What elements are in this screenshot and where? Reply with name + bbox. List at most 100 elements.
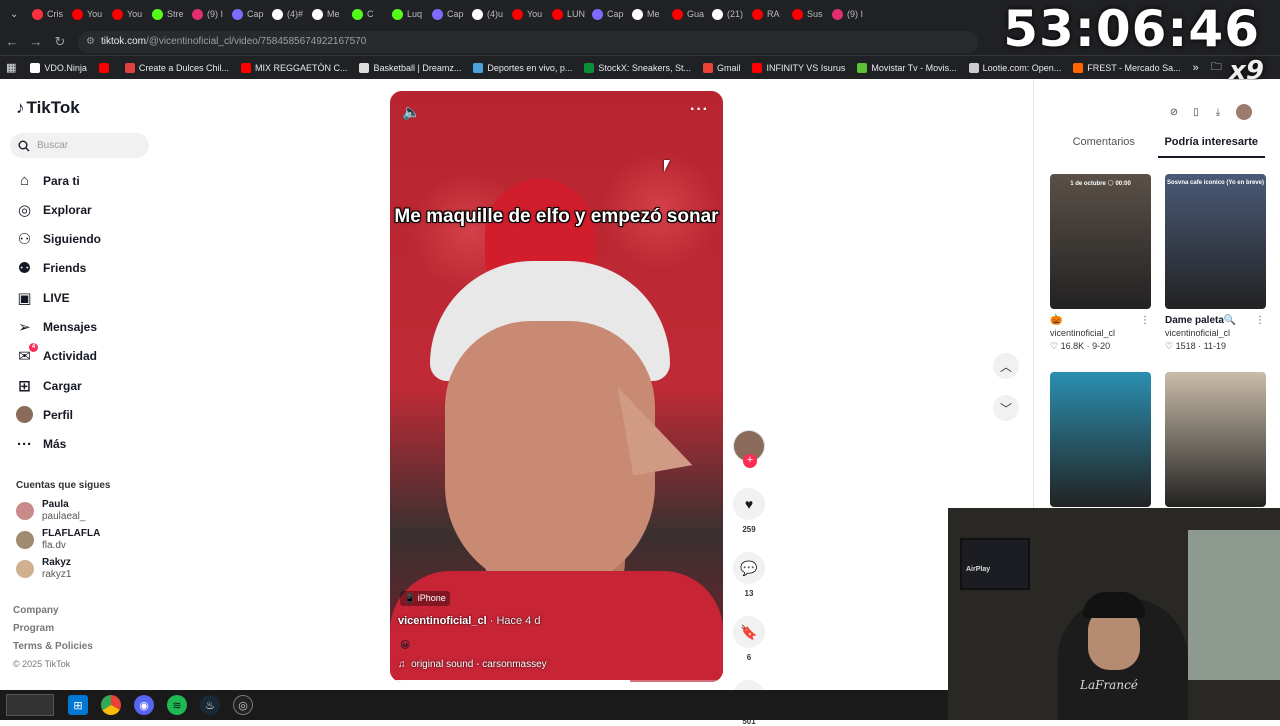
bookmark-item[interactable]: Lootie.com: Open... <box>968 62 1061 73</box>
video-more-icon[interactable]: ··· <box>690 101 709 119</box>
windows-start-icon[interactable]: ⊞ <box>68 695 88 715</box>
bookmark-item[interactable] <box>98 62 113 73</box>
profile-avatar[interactable] <box>1236 104 1252 120</box>
next-video-chevron-down-icon[interactable]: ﹀ <box>993 395 1019 421</box>
recommended-video-title[interactable]: 🎃 <box>1050 314 1140 327</box>
recommended-video-thumbnail[interactable] <box>1050 372 1151 507</box>
bookmark-item[interactable]: VDO.Ninja <box>30 62 87 73</box>
video-author-name[interactable]: vicentinoficial_cl <box>398 615 487 627</box>
comment-icon[interactable]: 💬 <box>733 552 765 584</box>
browser-tab[interactable]: (9) I <box>186 0 226 28</box>
browser-tab[interactable]: LUN <box>546 0 586 28</box>
more-options-icon[interactable]: ⋮ <box>1140 314 1150 327</box>
bookmark-item[interactable]: StockX: Sneakers, St... <box>584 62 691 73</box>
recommended-video-author[interactable]: vicentinoficial_cl <box>1165 327 1255 340</box>
volume-icon[interactable]: 🔈 <box>402 103 421 121</box>
followed-account[interactable]: Paula paulaeal_ <box>16 499 85 523</box>
browser-tab[interactable]: (21) <box>706 0 746 28</box>
discord-icon[interactable]: ◉ <box>134 695 154 715</box>
footer-link[interactable]: Terms & Policies <box>13 641 93 652</box>
back-icon[interactable]: ← <box>0 34 24 49</box>
browser-tab[interactable]: Me <box>306 0 346 28</box>
chrome-icon[interactable] <box>101 695 121 715</box>
nav-item-perfil[interactable]: Perfil <box>16 406 73 424</box>
download-icon[interactable]: ⤓ <box>1210 104 1226 120</box>
followed-account[interactable]: Rakyz rakyz1 <box>16 557 71 581</box>
browser-tab[interactable]: You <box>106 0 146 28</box>
footer-link[interactable]: Company <box>13 605 59 616</box>
recommended-video-author[interactable]: vicentinoficial_cl <box>1050 327 1140 340</box>
comment-action[interactable]: 💬 13 <box>733 552 765 598</box>
browser-tab[interactable]: Gua <box>666 0 706 28</box>
footer-link[interactable]: Program <box>13 623 54 634</box>
nav-item-mensajes[interactable]: ➢ Mensajes <box>16 319 97 336</box>
browser-tab[interactable]: Cap <box>226 0 266 28</box>
followed-account[interactable]: FLAFLAFLA fla.dv <box>16 528 100 552</box>
browser-tab[interactable]: C <box>346 0 386 28</box>
browser-tab[interactable]: RA <box>746 0 786 28</box>
spotify-icon[interactable]: ≋ <box>167 695 187 715</box>
recommended-video-title[interactable]: Dame paleta🔍 <box>1165 314 1255 327</box>
nav-item-m-s[interactable]: ··· Más <box>16 436 66 453</box>
nav-item-actividad[interactable]: ✉ 4 Actividad <box>16 342 97 365</box>
previous-video-chevron-up-icon[interactable]: ︿ <box>993 353 1019 379</box>
bookmark-icon[interactable]: 🔖 <box>733 616 765 648</box>
browser-tab[interactable]: (9) I <box>826 0 866 28</box>
recommended-video-thumbnail[interactable] <box>1165 372 1266 507</box>
nav-item-siguiendo[interactable]: ⚇ Siguiendo <box>16 231 101 248</box>
bookmark-item[interactable]: MIX REGGAETÓN C... <box>240 62 347 73</box>
browser-tab[interactable]: (4)u <box>466 0 506 28</box>
tab-search-chevron-icon[interactable]: ⌄ <box>4 9 26 20</box>
tiktok-logo[interactable]: ♪ TikTok <box>16 98 80 118</box>
recommended-video-thumbnail[interactable]: 1 de octubre 🌕 00:00 <box>1050 174 1151 309</box>
browser-tab[interactable]: Cap <box>426 0 466 28</box>
folder-icon[interactable]: 🗀 <box>1211 58 1222 77</box>
like-action[interactable]: ♥ 259 <box>733 488 765 534</box>
url-field[interactable]: ⚙ tiktok.com/@vicentinoficial_cl/video/7… <box>78 30 978 53</box>
heart-icon[interactable]: ♥ <box>733 488 765 520</box>
tab-comments[interactable]: Comentarios <box>1050 136 1158 158</box>
more-options-icon[interactable]: ⋮ <box>1255 314 1265 327</box>
search-input[interactable]: Buscar <box>10 133 149 158</box>
bookmark-item[interactable]: Movistar Tv - Movis... <box>857 62 957 73</box>
browser-tab[interactable]: Stre <box>146 0 186 28</box>
device-icon[interactable]: ▯ <box>1188 104 1204 120</box>
video-sound[interactable]: ♫ original sound - carsonmassey <box>398 659 547 670</box>
forward-icon[interactable]: → <box>24 34 48 49</box>
bookmark-item[interactable]: Deportes en vivo, p... <box>473 62 572 73</box>
bookmark-item[interactable]: Gmail <box>702 62 740 73</box>
nav-item-live[interactable]: ▣ LIVE <box>16 289 69 307</box>
bookmark-item[interactable]: INFINITY VS Isurus <box>752 62 845 73</box>
browser-tab[interactable]: Cris <box>26 0 66 28</box>
video-progress-bar[interactable] <box>390 680 723 682</box>
site-info-icon[interactable]: ⚙ <box>86 36 95 47</box>
nav-item-cargar[interactable]: ⊞ Cargar <box>16 377 81 395</box>
browser-tab[interactable]: Cap <box>586 0 626 28</box>
video-player[interactable]: Me maquille de elfo y empezó sonar 🔈 ···… <box>390 91 723 682</box>
bookmark-item[interactable]: Basketball | Dreamz... <box>359 62 461 73</box>
save-action[interactable]: 🔖 6 <box>733 616 765 662</box>
bookmark-item[interactable]: FREST - Mercado Sa... <box>1073 62 1181 73</box>
nav-item-para-ti[interactable]: ⌂ Para ti <box>16 172 80 189</box>
nav-item-explorar[interactable]: ◎ Explorar <box>16 201 92 219</box>
steam-icon[interactable]: ♨ <box>200 695 220 715</box>
apps-grid-icon[interactable]: ▦ <box>6 61 16 74</box>
browser-tab[interactable]: You <box>66 0 106 28</box>
follow-plus-icon[interactable]: + <box>743 454 757 468</box>
browser-tab[interactable]: Luq <box>386 0 426 28</box>
browser-tab[interactable]: Me <box>626 0 666 28</box>
creator-avatar[interactable]: + <box>733 430 765 468</box>
video-author[interactable]: vicentinoficial_cl · Hace 4 d <box>398 615 540 627</box>
compass-icon[interactable]: ⊘ <box>1166 104 1182 120</box>
obs-icon[interactable]: ◎ <box>233 695 253 715</box>
nav-item-friends[interactable]: ⚉ Friends <box>16 260 87 277</box>
browser-tab[interactable]: (4)# <box>266 0 306 28</box>
reload-icon[interactable]: ↻ <box>48 34 72 50</box>
browser-tab[interactable]: Sus <box>786 0 826 28</box>
tab-favicon-icon <box>792 8 803 20</box>
tab-recommended[interactable]: Podría interesarte <box>1157 136 1265 158</box>
bookmarks-overflow-icon[interactable]: » <box>1193 62 1199 74</box>
recommended-video-thumbnail[interactable]: Sosvna cafe iconico (Yo en breve) <box>1165 174 1266 309</box>
browser-tab[interactable]: You <box>506 0 546 28</box>
bookmark-item[interactable]: Create a Dulces Chil... <box>124 62 229 73</box>
